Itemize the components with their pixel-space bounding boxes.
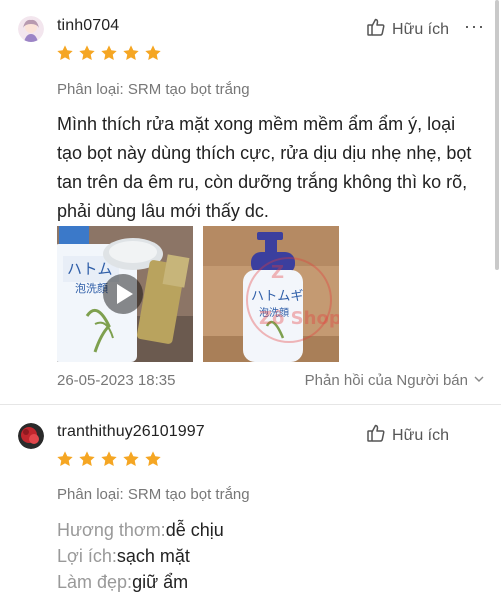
reviewer-username[interactable]: tinh0704 <box>57 17 119 35</box>
review-card: tinh0704 Hữu ích ··· Phân loại: SRM tạo … <box>0 0 501 404</box>
star-icon <box>79 451 95 466</box>
review-card: tranthithuy26101997 Hữu ích Phân loại: S… <box>0 405 501 600</box>
review-date: 26-05-2023 18:35 <box>57 372 176 389</box>
attribute-value: dễ chịu <box>165 520 224 540</box>
seller-reply-label: Phản hồi của Người bán <box>304 372 468 389</box>
star-rating <box>56 44 162 62</box>
review-text: Mình thích rửa mặt xong mềm mềm ẩm ẩm ý,… <box>57 114 472 221</box>
svg-text:ハトム: ハトム <box>67 260 112 278</box>
star-icon <box>145 451 161 466</box>
attribute-label: Lợi ích: <box>57 546 117 566</box>
thumbs-up-icon <box>366 17 386 42</box>
avatar[interactable] <box>18 16 44 42</box>
seller-reply-toggle[interactable]: Phản hồi của Người bán <box>305 372 485 389</box>
attribute-value: giữ ẩm <box>132 572 189 592</box>
star-icon <box>57 45 73 60</box>
helpful-label: Hữu ích <box>392 426 449 444</box>
star-rating <box>56 450 162 468</box>
attribute-label: Làm đẹp: <box>57 572 133 592</box>
star-icon <box>123 451 139 466</box>
scrollbar[interactable] <box>495 0 499 270</box>
attribute-beauty: Làm đẹp:giữ ẩm <box>57 572 188 593</box>
svg-text:ハトムギ: ハトムギ <box>251 289 303 304</box>
shop-watermark: Zô Shop <box>259 308 339 329</box>
star-icon <box>145 45 161 60</box>
reviewer-username[interactable]: tranthithuy26101997 <box>57 423 205 441</box>
review-video-thumbnail[interactable]: ハトム 泡洗顔 <box>57 226 193 362</box>
star-icon <box>123 45 139 60</box>
review-photo[interactable]: ハトムギ 泡洗顔 Z Zô Shop <box>203 226 339 362</box>
more-options-icon[interactable]: ··· <box>464 16 485 37</box>
helpful-label: Hữu ích <box>392 20 449 38</box>
attribute-label: Hương thơm: <box>57 520 166 540</box>
attribute-benefit: Lợi ích:sạch mặt <box>57 546 190 567</box>
helpful-button[interactable]: Hữu ích <box>366 423 449 448</box>
star-icon <box>79 45 95 60</box>
chevron-down-icon <box>473 372 485 389</box>
star-icon <box>57 451 73 466</box>
avatar[interactable] <box>18 423 44 449</box>
star-icon <box>101 45 117 60</box>
product-variation: Phân loại: SRM tạo bọt trắng <box>57 81 250 98</box>
helpful-button[interactable]: Hữu ích <box>366 17 449 42</box>
product-variation: Phân loại: SRM tạo bọt trắng <box>57 486 250 503</box>
attribute-scent: Hương thơm:dễ chịu <box>57 520 224 541</box>
star-icon <box>101 451 117 466</box>
svg-text:Z: Z <box>271 262 284 283</box>
thumbs-up-icon <box>366 423 386 448</box>
attribute-value: sạch mặt <box>116 546 190 566</box>
